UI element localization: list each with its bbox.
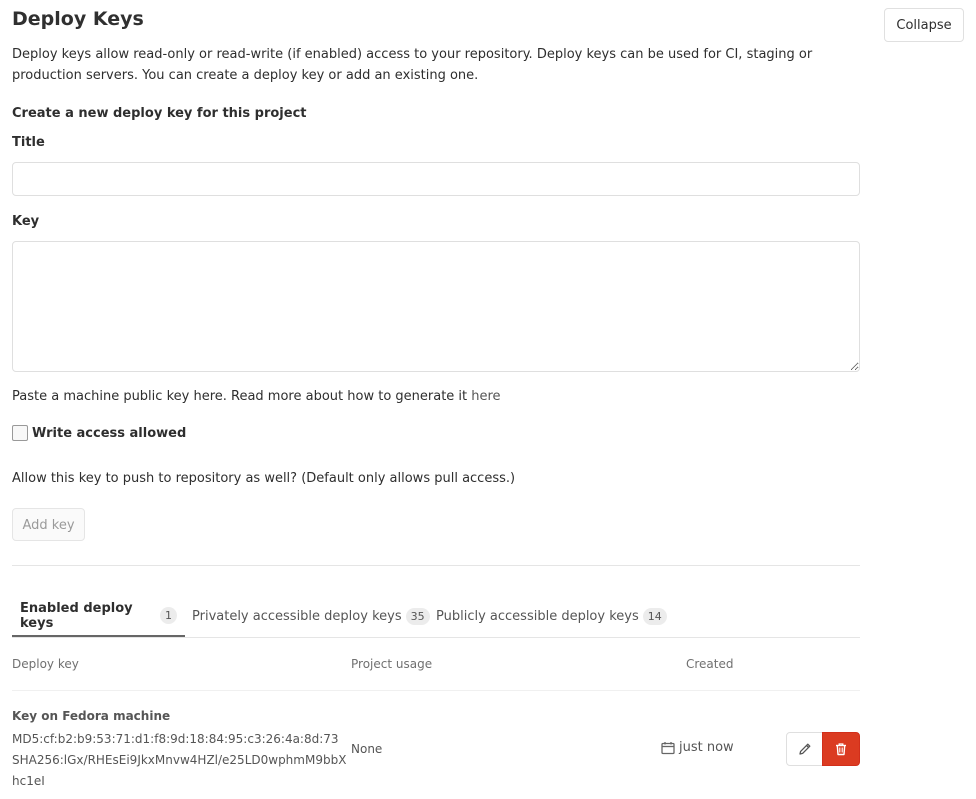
pencil-icon [798,743,810,755]
key-label: Key [12,214,40,229]
tab-count-badge: 35 [405,608,430,625]
project-usage: None [351,742,383,756]
tab-label: Privately accessible deploy keys [192,609,402,624]
deploy-keys-page: Deploy Keys Collapse Deploy keys allow r… [0,0,976,799]
column-header-project-usage: Project usage [351,657,433,671]
tab-enabled-deploy-keys[interactable]: Enabled deploy keys 1 [12,596,185,637]
trash-icon [836,743,846,756]
calendar-icon [661,741,675,754]
key-textarea[interactable] [12,241,860,372]
md5-fingerprint: MD5:cf:b2:b9:53:71:d1:f8:9d:18:84:95:c3:… [12,732,339,746]
write-access-checkbox[interactable] [12,425,28,441]
column-header-deploy-key: Deploy key [12,657,79,671]
key-help-link[interactable]: here [471,389,500,404]
table-divider [12,690,860,691]
section-title: Deploy Keys [12,8,144,30]
created-time: just now [661,740,734,755]
tab-label: Enabled deploy keys [20,600,133,631]
key-help-message: Paste a machine public key here. Read mo… [12,389,472,404]
created-label: just now [679,740,734,755]
edit-key-button[interactable] [786,732,823,766]
deploy-key-title: Key on Fedora machine [12,709,171,723]
section-description: Deploy keys allow read-only or read-writ… [12,47,813,83]
key-help-text: Paste a machine public key here. Read mo… [12,389,501,404]
title-input[interactable] [12,162,860,196]
write-access-row: Write access allowed [12,425,186,441]
tab-count-badge: 14 [642,608,667,625]
sha256-fingerprint: SHA256:lGx/RHEsEi9JkxMnvw4HZl/e25LD0wphm… [12,753,347,788]
column-header-created: Created [686,657,734,671]
form-subheading: Create a new deploy key for this project [12,106,307,121]
delete-key-button[interactable] [822,732,860,766]
deploy-keys-tabs: Enabled deploy keys 1 Privately accessib… [12,596,860,638]
tab-publicly-accessible-deploy-keys[interactable]: Publicly accessible deploy keys 14 [428,596,675,637]
tab-count-badge: 1 [160,607,177,624]
collapse-button[interactable]: Collapse [884,8,964,42]
section-divider [12,565,860,566]
title-label: Title [12,135,45,150]
add-key-button[interactable]: Add key [12,508,85,541]
write-access-help: Allow this key to push to repository as … [12,471,516,486]
tab-privately-accessible-deploy-keys[interactable]: Privately accessible deploy keys 35 [184,596,438,637]
tab-label: Publicly accessible deploy keys [436,609,639,624]
write-access-label[interactable]: Write access allowed [32,426,186,441]
